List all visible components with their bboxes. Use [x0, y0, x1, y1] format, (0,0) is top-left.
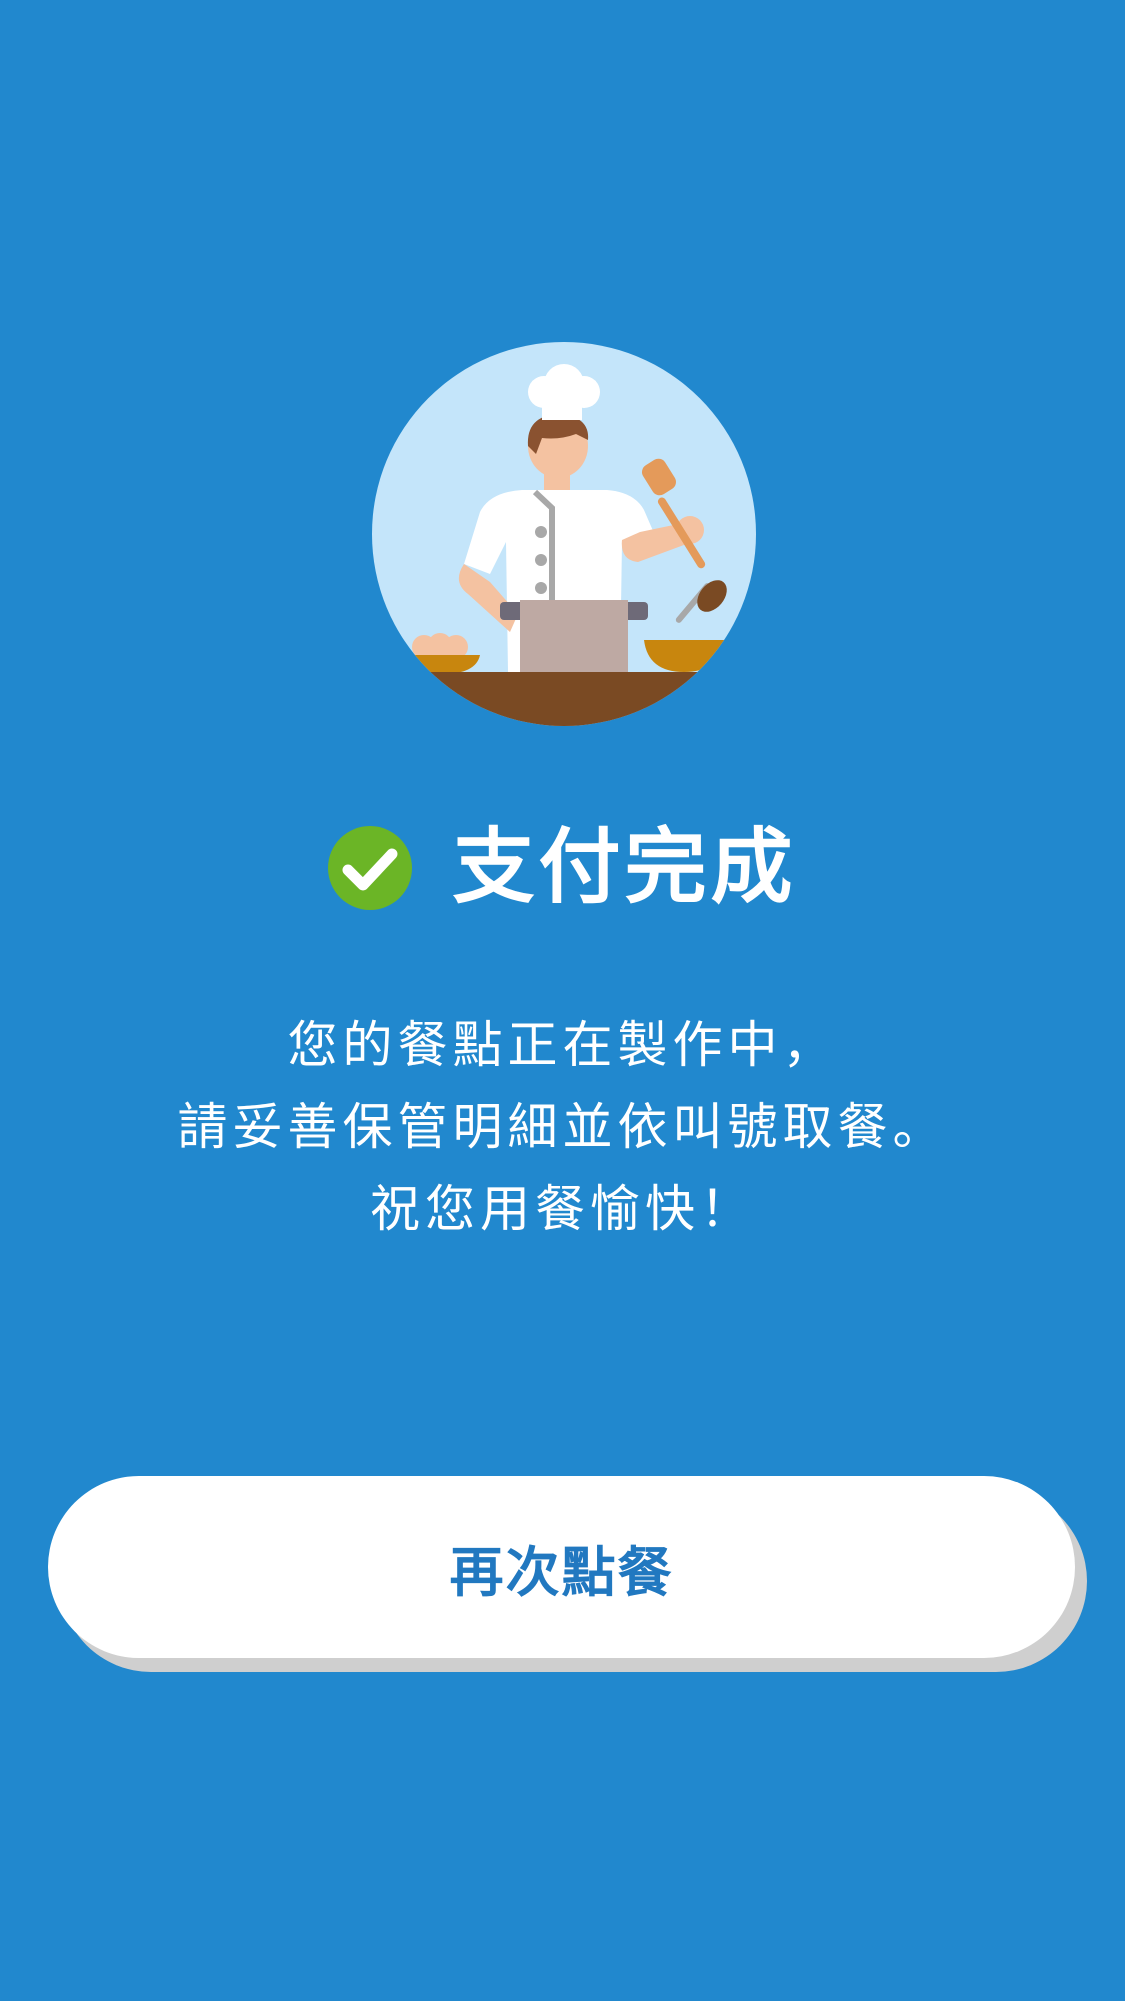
message-line: 祝您用餐愉快！ [370, 1180, 755, 1238]
order-again-label: 再次點餐 [449, 1540, 674, 1604]
status-title: 支付完成 [452, 820, 797, 915]
message-line: 您的餐點正在製作中， [287, 1016, 838, 1074]
check-circle-icon [328, 826, 413, 910]
order-message: 您的餐點正在製作中， 請妥善保管明細並依叫號取餐。 祝您用餐愉快！ [0, 1004, 1125, 1250]
order-again-button[interactable]: 再次點餐 [48, 1476, 1075, 1658]
message-line: 請妥善保管明細並依叫號取餐。 [177, 1098, 948, 1156]
chef-cooking-icon [372, 342, 756, 726]
payment-status: 支付完成 [0, 818, 1125, 918]
chef-illustration [372, 342, 756, 726]
